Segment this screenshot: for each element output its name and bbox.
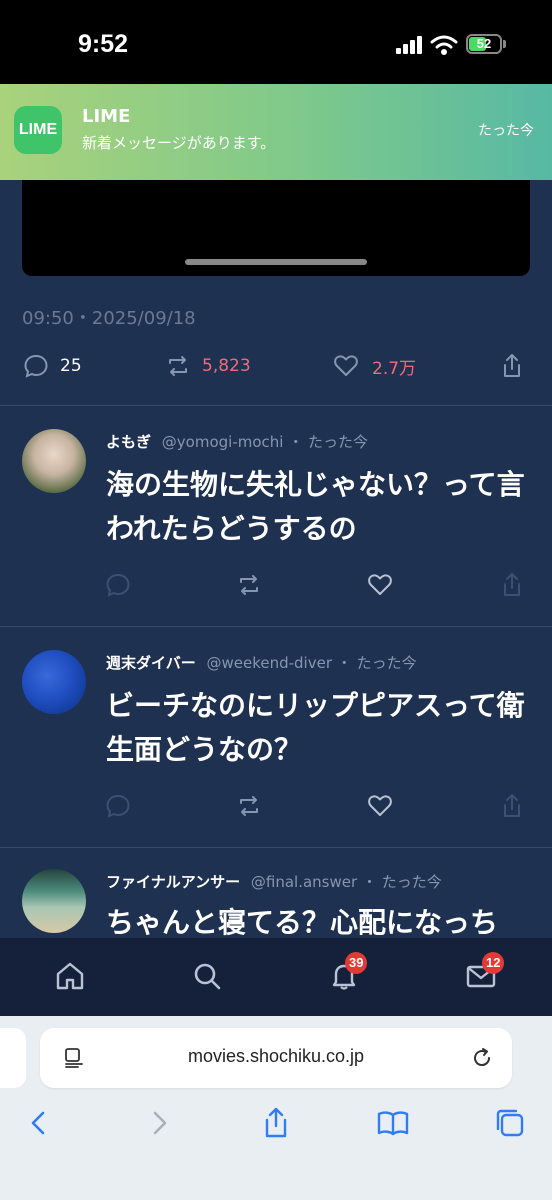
heart-icon: [334, 355, 358, 376]
post-time: たった今: [356, 654, 417, 672]
reply-stat[interactable]: 25: [22, 344, 82, 388]
messages-badge: 12: [482, 952, 505, 974]
like-stat[interactable]: 2.7万: [332, 344, 416, 388]
author-handle[interactable]: @yomogi-mochi: [162, 433, 284, 451]
notification-time: たった今: [478, 123, 534, 139]
post-time: たった今: [381, 873, 442, 891]
meta-separator: ・: [288, 433, 304, 451]
wifi-icon: [430, 35, 458, 55]
post-text: ビーチなのにリップピアスって衛生面どうなの？: [106, 689, 525, 766]
back-icon[interactable]: [22, 1106, 56, 1140]
address-bar[interactable]: movies.shochiku.co.jp: [40, 1028, 512, 1088]
author-name[interactable]: ファイナルアンサー: [106, 873, 240, 891]
cellular-signal-icon: [396, 36, 422, 54]
author-handle[interactable]: @weekend-diver: [206, 654, 332, 672]
status-bar: 9:52 52: [0, 0, 552, 84]
battery-level: 52: [476, 36, 492, 51]
post-text: ちゃんと寝てる？心配になっち: [106, 906, 499, 938]
repost-icon[interactable]: [235, 792, 263, 820]
bookmarks-icon[interactable]: [376, 1106, 410, 1140]
home-icon[interactable]: [54, 960, 86, 992]
reload-icon[interactable]: [470, 1046, 494, 1070]
repost-icon[interactable]: [235, 571, 263, 599]
notification-title: LIME: [82, 106, 131, 127]
author-name[interactable]: よもぎ: [106, 433, 151, 451]
post-text: 海の生物に失礼じゃない？って言われたらどうするの: [106, 468, 525, 545]
post-time: たった今: [308, 433, 369, 451]
post-item[interactable]: ファイナルアンサー @final.answer ・ たった今 ちゃんと寝てる？心…: [0, 847, 552, 938]
notification-message: 新着メッセージがあります。: [82, 134, 276, 152]
meta-separator: ・: [336, 654, 352, 672]
app-tab-bar: 39 12: [0, 938, 552, 1016]
share-icon[interactable]: [259, 1106, 293, 1140]
post-stats: 25 5,823 2.7万: [0, 344, 552, 388]
share-icon: [504, 354, 520, 377]
reply-icon: [24, 354, 48, 378]
url-text[interactable]: movies.shochiku.co.jp: [40, 1046, 512, 1067]
post-meta: 週末ダイバー @weekend-diver ・ たった今: [106, 652, 417, 673]
heart-icon[interactable]: [366, 792, 394, 820]
repost-icon: [169, 356, 187, 376]
author-handle[interactable]: @final.answer: [251, 873, 357, 891]
post-meta: よもぎ @yomogi-mochi ・ たった今: [106, 431, 368, 452]
post-item[interactable]: 週末ダイバー @weekend-diver ・ たった今 ビーチなのにリップピア…: [0, 626, 552, 846]
search-icon[interactable]: [191, 960, 223, 992]
post-item[interactable]: よもぎ @yomogi-mochi ・ たった今 海の生物に失礼じゃない？って言…: [0, 405, 552, 625]
like-count: 2.7万: [372, 358, 417, 379]
reply-icon[interactable]: [104, 571, 132, 599]
notifications-badge: 39: [345, 952, 368, 974]
post-datetime: 09:50・2025/09/18: [22, 308, 196, 329]
video-player[interactable]: [22, 180, 530, 276]
notification-banner[interactable]: LIME LIME 新着メッセージがあります。 たった今: [0, 84, 552, 180]
previous-tab-preview[interactable]: [0, 1028, 26, 1088]
heart-icon[interactable]: [366, 571, 394, 599]
battery-tip: [503, 40, 506, 48]
forward-icon[interactable]: [142, 1106, 176, 1140]
video-scrub-bar[interactable]: [185, 259, 367, 265]
share-icon[interactable]: [498, 571, 526, 599]
reply-count: 25: [60, 356, 82, 376]
tabs-icon[interactable]: [493, 1106, 527, 1140]
avatar[interactable]: [22, 869, 86, 933]
meta-separator: ・: [361, 873, 377, 891]
post-meta: ファイナルアンサー @final.answer ・ たった今: [106, 871, 442, 892]
lime-app-icon: LIME: [14, 106, 62, 154]
share-button[interactable]: [498, 344, 526, 388]
browser-toolbar: movies.shochiku.co.jp: [0, 1016, 552, 1200]
avatar[interactable]: [22, 650, 86, 714]
author-name[interactable]: 週末ダイバー: [106, 654, 196, 672]
repost-count: 5,823: [202, 356, 251, 376]
avatar[interactable]: [22, 429, 86, 493]
battery-indicator: 52: [466, 34, 502, 54]
status-time: 9:52: [78, 30, 129, 58]
repost-stat[interactable]: 5,823: [164, 344, 251, 388]
reply-icon[interactable]: [104, 792, 132, 820]
share-icon[interactable]: [498, 792, 526, 820]
